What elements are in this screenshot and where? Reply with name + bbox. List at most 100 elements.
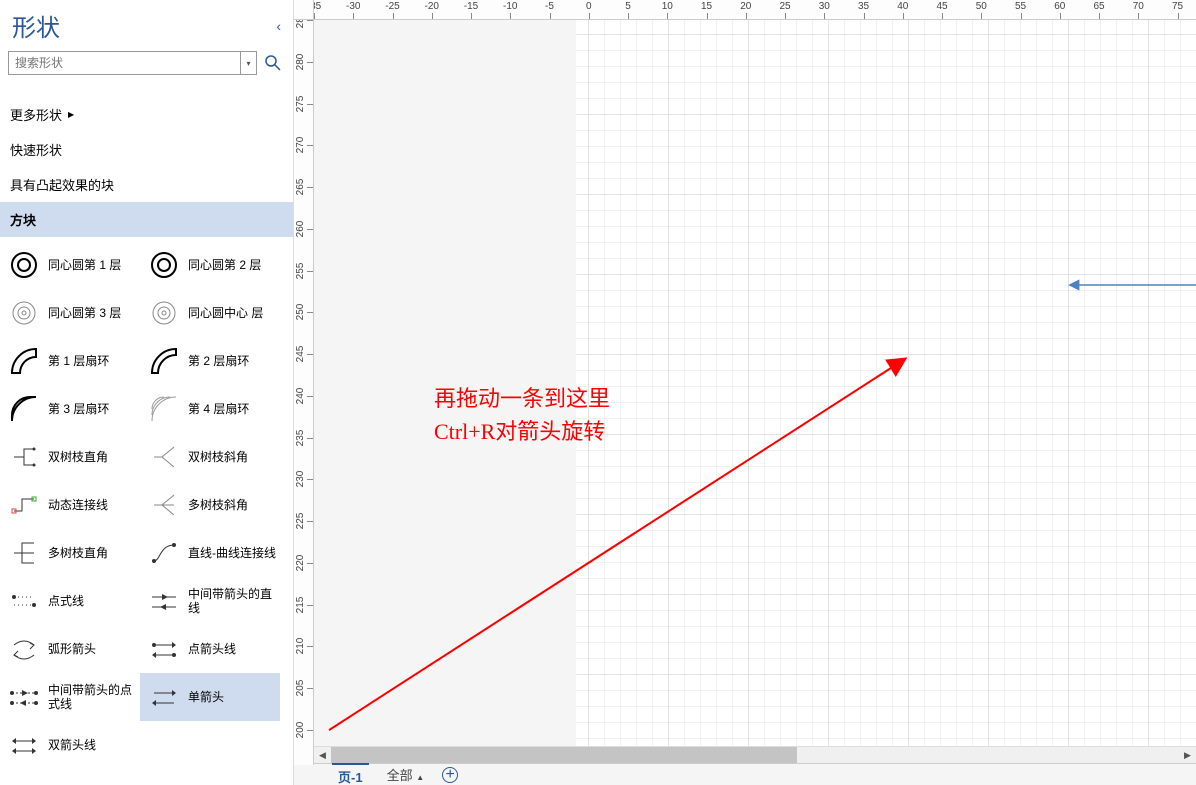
shape-label: 多树枝斜角	[188, 498, 248, 512]
shape-label: 双树枝斜角	[188, 450, 248, 464]
shape-item[interactable]: 第 2 层扇环	[140, 337, 280, 385]
shape-item[interactable]: 第 3 层扇环	[0, 385, 140, 433]
shape-icon	[8, 633, 40, 665]
shape-item[interactable]: 第 1 层扇环	[0, 337, 140, 385]
category-label: 更多形状	[10, 105, 62, 124]
shape-icon	[148, 633, 180, 665]
shape-icon	[148, 489, 180, 521]
shape-icon	[148, 681, 180, 713]
shape-icon	[8, 345, 40, 377]
category-label: 方块	[10, 210, 36, 229]
sidebar-header: 形状 ‹	[0, 0, 293, 51]
shape-item[interactable]: 点式线	[0, 577, 140, 625]
canvas-viewport[interactable]: 再拖动一条到这里 Ctrl+R对箭头旋转 ◀ ▶	[314, 20, 1196, 763]
shapes-sidebar: 形状 ‹ ▾ 更多形状 ▶ 快速形状 具有凸起效果的块 方块 同心圆第 1 层同…	[0, 0, 294, 785]
shape-label: 同心圆第 3 层	[48, 306, 121, 320]
shape-label: 多树枝直角	[48, 546, 108, 560]
shapes-grid: 同心圆第 1 层同心圆第 2 层同心圆第 3 层同心圆中心 层第 1 层扇环第 …	[0, 237, 293, 769]
shape-item[interactable]: 双树枝斜角	[140, 433, 280, 481]
search-icon	[264, 54, 282, 72]
shape-label: 单箭头	[188, 690, 224, 704]
chevron-right-icon: ▶	[68, 110, 74, 119]
shape-label: 双树枝直角	[48, 450, 108, 464]
shape-item[interactable]: 单箭头	[140, 673, 280, 721]
shape-label: 直线-曲线连接线	[188, 546, 276, 560]
category-more-shapes[interactable]: 更多形状 ▶	[0, 97, 293, 132]
shape-item[interactable]: 直线-曲线连接线	[140, 529, 280, 577]
collapse-sidebar-icon[interactable]: ‹	[276, 18, 281, 34]
search-button[interactable]	[257, 51, 285, 75]
shape-label: 点式线	[48, 594, 84, 608]
shape-icon	[8, 393, 40, 425]
shape-icon	[148, 297, 180, 329]
shape-label: 中间带箭头的点式线	[48, 683, 136, 712]
category-quick-shapes[interactable]: 快速形状	[0, 132, 293, 167]
ruler-corner	[294, 0, 314, 20]
category-label: 快速形状	[10, 140, 62, 159]
shape-icon	[148, 345, 180, 377]
scroll-right-arrow-icon[interactable]: ▶	[1179, 747, 1196, 763]
page-tab-1[interactable]: 页-1	[332, 763, 369, 785]
add-page-button[interactable]: +	[442, 767, 458, 783]
shape-label: 第 1 层扇环	[48, 354, 109, 368]
category-list: 更多形状 ▶ 快速形状 具有凸起效果的块 方块	[0, 83, 293, 237]
shape-item[interactable]: 点箭头线	[140, 625, 280, 673]
shape-label: 同心圆中心 层	[188, 306, 263, 320]
scroll-thumb[interactable]	[331, 747, 797, 763]
shape-item[interactable]: 同心圆第 3 层	[0, 289, 140, 337]
shape-label: 中间带箭头的直线	[188, 587, 276, 616]
annotation-line-1: 再拖动一条到这里	[434, 382, 610, 415]
shape-icon	[148, 393, 180, 425]
shape-label: 点箭头线	[188, 642, 236, 656]
shape-item[interactable]: 双箭头线	[0, 721, 140, 769]
shape-item[interactable]: 多树枝斜角	[140, 481, 280, 529]
shape-item[interactable]: 动态连接线	[0, 481, 140, 529]
horizontal-scrollbar[interactable]: ◀ ▶	[314, 746, 1196, 763]
shape-icon	[8, 489, 40, 521]
category-label: 具有凸起效果的块	[10, 175, 114, 194]
shape-item[interactable]: 第 4 层扇环	[140, 385, 280, 433]
shape-icon	[8, 681, 40, 713]
all-pages-label: 全部	[387, 768, 413, 783]
search-input[interactable]	[8, 51, 241, 75]
scroll-track[interactable]	[331, 747, 1179, 763]
shape-icon	[8, 249, 40, 281]
shape-icon	[148, 585, 180, 617]
canvas-area: -35-30-25-20-15-10-505101520253035404550…	[294, 0, 1196, 785]
shape-icon	[8, 585, 40, 617]
shape-label: 动态连接线	[48, 498, 108, 512]
shape-item[interactable]: 中间带箭头的直线	[140, 577, 280, 625]
horizontal-ruler[interactable]: -35-30-25-20-15-10-505101520253035404550…	[314, 0, 1196, 20]
shape-item[interactable]: 同心圆中心 层	[140, 289, 280, 337]
shape-label: 同心圆第 1 层	[48, 258, 121, 272]
shape-label: 双箭头线	[48, 738, 96, 752]
shape-item[interactable]: 多树枝直角	[0, 529, 140, 577]
shape-item[interactable]: 双树枝直角	[0, 433, 140, 481]
annotation-line-2: Ctrl+R对箭头旋转	[434, 415, 610, 448]
shape-label: 弧形箭头	[48, 642, 96, 656]
category-blocks[interactable]: 方块	[0, 202, 293, 237]
shape-item[interactable]: 中间带箭头的点式线	[0, 673, 140, 721]
shape-label: 同心圆第 2 层	[188, 258, 261, 272]
page-tabs-bar: 页-1 全部 ▲ +	[314, 763, 1196, 785]
shape-icon	[8, 729, 40, 761]
shape-label: 第 4 层扇环	[188, 402, 249, 416]
shape-icon	[8, 537, 40, 569]
shape-icon	[148, 249, 180, 281]
search-dropdown-icon[interactable]: ▾	[241, 51, 257, 75]
category-blocks-raised[interactable]: 具有凸起效果的块	[0, 167, 293, 202]
sidebar-title: 形状	[12, 8, 60, 43]
shape-icon	[8, 297, 40, 329]
shape-item[interactable]: 同心圆第 2 层	[140, 241, 280, 289]
chevron-up-icon: ▲	[416, 773, 424, 782]
shape-icon	[8, 441, 40, 473]
vertical-ruler[interactable]: 2852802752702652602552502452402352302252…	[294, 20, 314, 765]
shape-icon	[148, 537, 180, 569]
page-tab-all[interactable]: 全部 ▲	[387, 765, 425, 784]
shape-icon	[148, 441, 180, 473]
shape-item[interactable]: 同心圆第 1 层	[0, 241, 140, 289]
search-row: ▾	[0, 51, 293, 83]
scroll-left-arrow-icon[interactable]: ◀	[314, 747, 331, 763]
shape-label: 第 2 层扇环	[188, 354, 249, 368]
shape-item[interactable]: 弧形箭头	[0, 625, 140, 673]
